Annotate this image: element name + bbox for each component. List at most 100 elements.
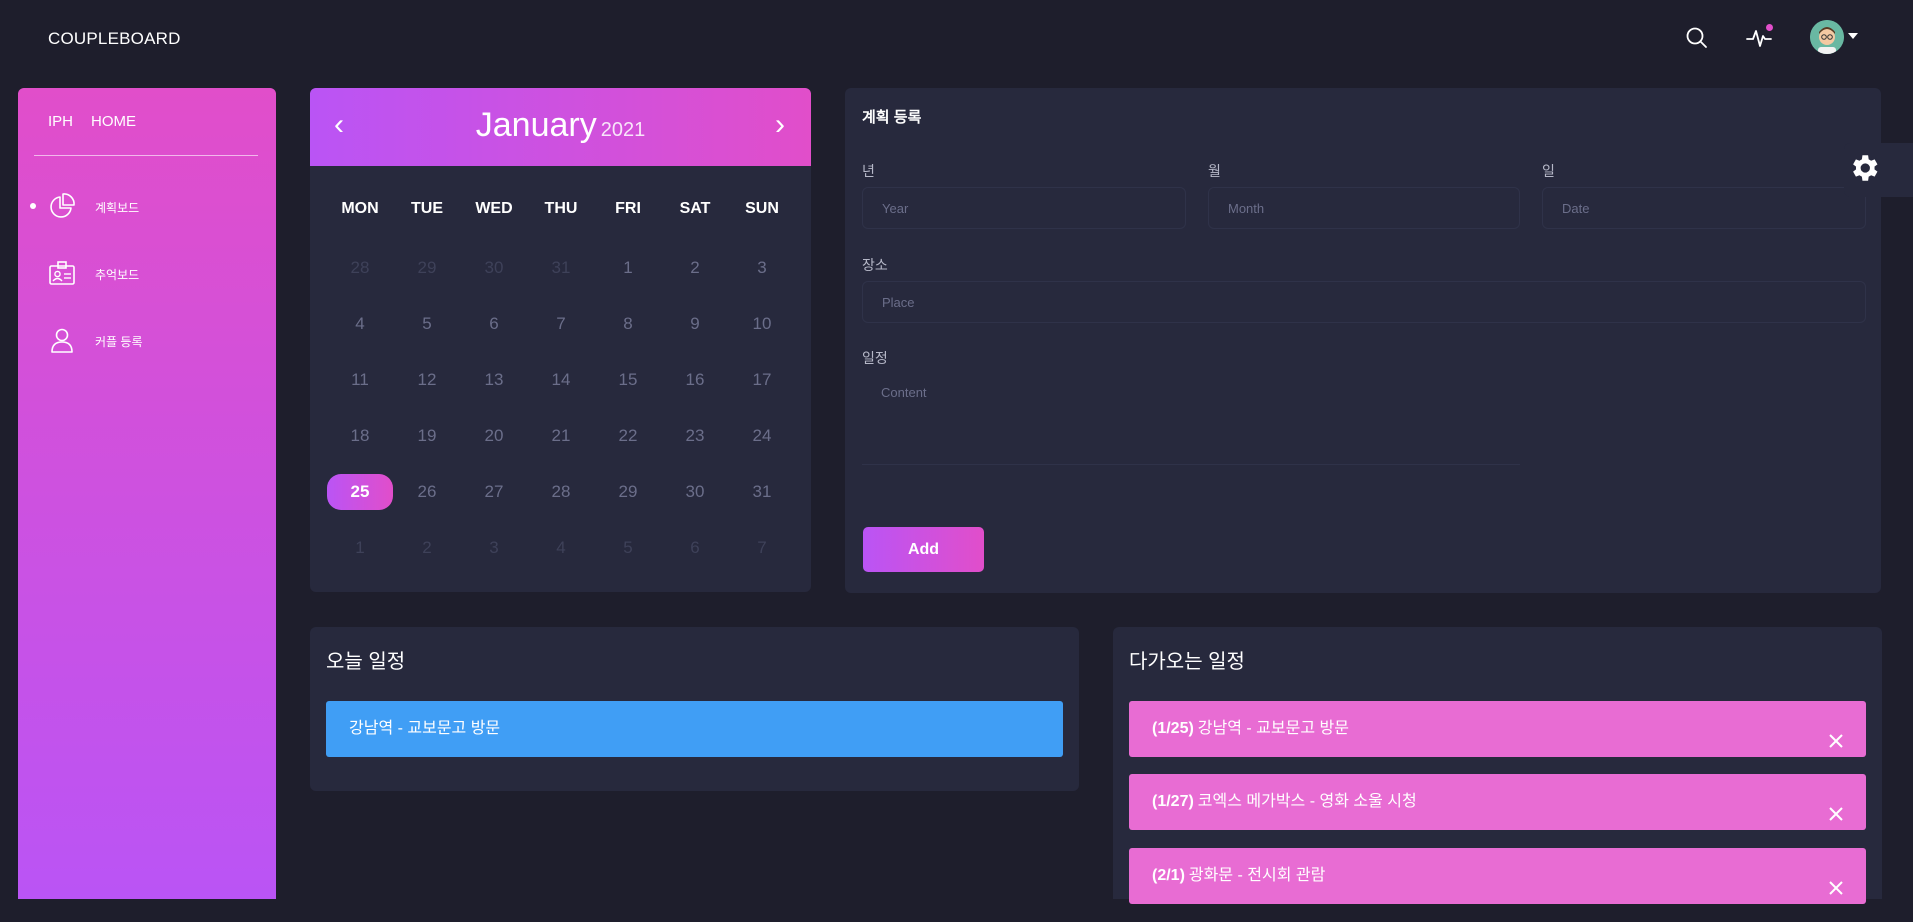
- calendar-day[interactable]: 11: [327, 362, 393, 398]
- calendar-day[interactable]: 26: [394, 474, 460, 510]
- calendar-day[interactable]: 2: [394, 530, 460, 566]
- sidebar-item-label: 계획보드: [95, 201, 140, 215]
- activity-icon[interactable]: [1745, 24, 1773, 52]
- search-icon[interactable]: [1683, 24, 1711, 52]
- calendar-card: ‹ January 2021 › MON TUE WED THU FRI SAT SUN 28 2…: [310, 88, 811, 592]
- calendar-day[interactable]: 30: [461, 250, 527, 286]
- calendar-day[interactable]: 24: [729, 418, 795, 454]
- calendar-day[interactable]: 13: [461, 362, 527, 398]
- calendar-day[interactable]: 6: [461, 306, 527, 342]
- form-title: 계획 등록: [862, 109, 922, 126]
- avatar[interactable]: [1810, 20, 1844, 54]
- calendar-day-today[interactable]: 25: [327, 474, 393, 510]
- sidebar-item-label: 추억보드: [95, 268, 140, 282]
- calendar-day[interactable]: 19: [394, 418, 460, 454]
- year-input[interactable]: [862, 187, 1186, 229]
- sidebar-item-couple-register[interactable]: 커플 등록: [18, 320, 276, 360]
- caret-down-icon[interactable]: [1848, 33, 1858, 39]
- schedule-text: 코엑스 메가박스 - 영화 소울 시청: [1197, 793, 1417, 810]
- weekday-header: TUE: [411, 200, 443, 217]
- calendar-day[interactable]: 9: [662, 306, 728, 342]
- calendar-day[interactable]: 1: [595, 250, 661, 286]
- calendar-month: January: [475, 106, 597, 144]
- calendar-title: January 2021: [310, 106, 811, 145]
- calendar-day[interactable]: 4: [327, 306, 393, 342]
- weekday-header: FRI: [615, 200, 641, 217]
- calendar-day[interactable]: 5: [394, 306, 460, 342]
- brand-logo[interactable]: COUPLEBOARD: [48, 29, 181, 49]
- weekday-header: SAT: [679, 200, 711, 217]
- calendar-day[interactable]: 3: [729, 250, 795, 286]
- user-icon: [48, 326, 76, 354]
- weekday-header: SUN: [745, 200, 779, 217]
- top-navbar: COUPLEBOARD: [0, 0, 1913, 80]
- calendar-day[interactable]: 31: [528, 250, 594, 286]
- calendar-day[interactable]: 6: [662, 530, 728, 566]
- calendar-day[interactable]: 10: [729, 306, 795, 342]
- calendar-day[interactable]: 14: [528, 362, 594, 398]
- date-label: 일: [1542, 163, 1555, 179]
- weekday-header: THU: [544, 200, 578, 217]
- calendar-day[interactable]: 5: [595, 530, 661, 566]
- upcoming-schedule-item[interactable]: (1/25) 강남역 - 교보문고 방문: [1129, 701, 1866, 757]
- sidebar-item-memory-board[interactable]: 추억보드: [18, 253, 276, 293]
- calendar-day[interactable]: 4: [528, 530, 594, 566]
- schedule-date: (2/1): [1152, 867, 1185, 884]
- sidebar-item-plan-board[interactable]: 계획보드: [18, 186, 276, 226]
- calendar-day[interactable]: 3: [461, 530, 527, 566]
- calendar-day[interactable]: 7: [729, 530, 795, 566]
- calendar-day[interactable]: 21: [528, 418, 594, 454]
- add-button[interactable]: Add: [863, 527, 984, 572]
- next-month-button[interactable]: ›: [775, 110, 785, 140]
- schedule-text: 강남역 - 교보문고 방문: [349, 720, 501, 737]
- calendar-day[interactable]: 1: [327, 530, 393, 566]
- calendar-header: ‹ January 2021 ›: [310, 88, 811, 166]
- sidebar-home-link[interactable]: HOME: [91, 113, 136, 130]
- today-schedule-card: 오늘 일정 강남역 - 교보문고 방문: [310, 627, 1079, 791]
- calendar-day[interactable]: 8: [595, 306, 661, 342]
- schedule-date: (1/25): [1152, 720, 1194, 737]
- schedule-label: 일정: [862, 350, 888, 366]
- calendar-day[interactable]: 20: [461, 418, 527, 454]
- upcoming-schedule-item[interactable]: (1/27) 코엑스 메가박스 - 영화 소울 시청: [1129, 774, 1866, 830]
- calendar-day[interactable]: 18: [327, 418, 393, 454]
- sidebar-logo-short[interactable]: IPH: [48, 113, 73, 130]
- calendar-day[interactable]: 28: [528, 474, 594, 510]
- schedule-date: (1/27): [1152, 793, 1194, 810]
- plan-form-card: 계획 등록 년 월 일 장소 일정 Add: [845, 88, 1881, 593]
- calendar-day[interactable]: 2: [662, 250, 728, 286]
- calendar-year: 2021: [600, 119, 646, 141]
- sidebar: IPH HOME 계획보드 추억보드 커플 등록: [18, 88, 276, 899]
- upcoming-schedule-item[interactable]: (2/1) 광화문 - 전시회 관람: [1129, 848, 1866, 904]
- close-icon[interactable]: [1826, 719, 1846, 748]
- calendar-day[interactable]: 27: [461, 474, 527, 510]
- calendar-day[interactable]: 15: [595, 362, 661, 398]
- calendar-day[interactable]: 28: [327, 250, 393, 286]
- sidebar-header: IPH HOME: [48, 113, 154, 130]
- calendar-day[interactable]: 16: [662, 362, 728, 398]
- date-input[interactable]: [1542, 187, 1866, 229]
- calendar-day[interactable]: 22: [595, 418, 661, 454]
- calendar-day[interactable]: 29: [595, 474, 661, 510]
- close-icon[interactable]: [1826, 792, 1846, 821]
- content-textarea[interactable]: [862, 375, 1520, 465]
- calendar-day[interactable]: 17: [729, 362, 795, 398]
- place-input[interactable]: [862, 281, 1866, 323]
- calendar-day[interactable]: 29: [394, 250, 460, 286]
- year-label: 년: [862, 163, 875, 179]
- today-schedule-title: 오늘 일정: [326, 651, 406, 673]
- settings-button[interactable]: [1844, 143, 1913, 197]
- calendar-day[interactable]: 7: [528, 306, 594, 342]
- weekday-header: MON: [341, 200, 379, 217]
- active-indicator: [30, 203, 36, 209]
- id-card-icon: [48, 259, 76, 287]
- month-input[interactable]: [1208, 187, 1520, 229]
- close-icon[interactable]: [1826, 866, 1846, 895]
- today-schedule-item[interactable]: 강남역 - 교보문고 방문: [326, 701, 1063, 757]
- calendar-day[interactable]: 31: [729, 474, 795, 510]
- sidebar-item-label: 커플 등록: [95, 335, 143, 349]
- calendar-day[interactable]: 30: [662, 474, 728, 510]
- calendar-day[interactable]: 12: [394, 362, 460, 398]
- place-label: 장소: [862, 257, 888, 273]
- calendar-day[interactable]: 23: [662, 418, 728, 454]
